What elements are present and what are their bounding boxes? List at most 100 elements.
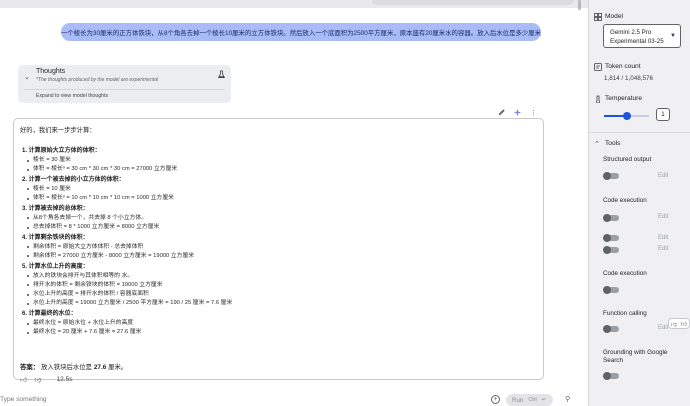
step-title: 6. 计算最终的水位：: [22, 311, 77, 318]
run-settings-panel: Model Gemini 2.5 Pro Experimental 03-25 …: [588, 0, 690, 406]
step-bullet: 剩余体积 = 27000 立方厘米 - 8000 立方厘米 = 19000 立方…: [22, 252, 522, 261]
code-execution-edit[interactable]: Edit: [658, 214, 668, 220]
flask-icon: [217, 70, 226, 79]
thoughts-subtitle: *The thoughts produced by the model are …: [36, 77, 159, 83]
temperature-input[interactable]: 1: [656, 108, 670, 121]
thumb-down-icon[interactable]: 👎︎: [34, 375, 41, 384]
response-time: 12.5s: [56, 376, 73, 383]
step-section: 5. 计算水位上升的高度： 放入的铁块会排开与其体积相等的 水。 排开水的体积 …: [22, 263, 522, 309]
run-button[interactable]: Run Ctrl ↵: [506, 394, 553, 406]
sparkle-icon[interactable]: [513, 108, 522, 117]
model-label: Model: [605, 13, 623, 20]
code-execution-label-2: Code execution: [603, 270, 647, 277]
response-toolbar: ⋮: [497, 108, 538, 117]
structured-output-edit[interactable]: Edit: [658, 173, 668, 179]
answer-value: 27.6: [93, 364, 107, 371]
thumb-down-icon[interactable]: 👎︎: [671, 320, 677, 328]
response-body: 1. 计算原始大立方体的体积： 棱长 = 30 厘米 体积 = 棱长³ = 30…: [22, 147, 522, 339]
model-name-line1: Gemini 2.5 Pro: [610, 29, 652, 36]
tune-icon[interactable]: ⚲: [565, 395, 570, 403]
step-section: 3. 计算被去掉的总体积： 从8个角各去掉一个，共去掉 8 个小立方体。 总去掉…: [22, 205, 522, 233]
model-name-line2: Experimental 03-25: [610, 38, 664, 45]
temperature-slider-handle[interactable]: [622, 112, 631, 120]
grounding-toggle-a[interactable]: [603, 234, 619, 242]
step-bullet: 从8个角各去掉一个，共去掉 8 个小立方体。: [22, 214, 522, 223]
user-message-text: 一个棱长为30厘米的正方体铁块，从8个角各去掉一个棱长10厘米的立方体铁块。然后…: [60, 29, 542, 37]
return-key-icon: ↵: [541, 397, 547, 403]
grounding-label-line2: Search: [603, 357, 623, 364]
grounding-edit-b[interactable]: Edit: [658, 246, 668, 252]
step-bullet: 棱长 = 30 厘米: [22, 156, 522, 165]
token-count-value: 1,814 / 1,048,576: [604, 75, 654, 82]
answer-text: 放入铁块后水位是: [39, 364, 94, 371]
step-title: 3. 计算被去掉的总体积：: [22, 205, 89, 212]
edit-icon[interactable]: [497, 108, 506, 117]
code-execution-toggle-2[interactable]: [603, 286, 619, 294]
dropdown-arrow-icon: ▼: [670, 33, 676, 39]
thoughts-panel[interactable]: ⌄ Thoughts *The thoughts produced by the…: [18, 65, 231, 103]
rating-overlay: 👎︎ 👍︎: [668, 318, 690, 329]
tools-label: Tools: [605, 140, 621, 147]
panel-divider: [589, 132, 690, 133]
temperature-label: Temperature: [605, 95, 643, 102]
step-section: 1. 计算原始大立方体的体积： 棱长 = 30 厘米 体积 = 棱长³ = 30…: [22, 147, 522, 175]
model-response: 好的，我们来一步步计算： 1. 计算原始大立方体的体积： 棱长 = 30 厘米 …: [13, 118, 544, 380]
temperature-slider[interactable]: [604, 112, 649, 120]
thumb-up-icon[interactable]: 👍︎: [681, 320, 687, 328]
step-bullet: 剩余体积 = 原始大立方体体积 - 总去掉体积: [22, 243, 522, 252]
toggle-knob: [603, 246, 611, 254]
top-bar: [0, 0, 588, 8]
function-calling-toggle[interactable]: [603, 325, 619, 333]
step-bullet: 棱长 = 10 厘米: [22, 185, 522, 194]
toggle-knob: [603, 214, 611, 222]
final-answer: 答案： 放入铁块后水位是 27.6 厘米。: [20, 362, 127, 371]
grounding-toggle-b[interactable]: [603, 246, 619, 254]
thumb-up-icon[interactable]: 👍︎: [20, 375, 27, 384]
chat-area: 一个棱长为30厘米的正方体铁块，从8个角各去掉一个棱长10厘米的立方体铁块。然后…: [0, 0, 588, 406]
toggle-knob: [603, 234, 611, 242]
grounding-edit-a[interactable]: Edit: [658, 235, 668, 241]
toggle-knob: [603, 286, 611, 294]
toggle-knob: [603, 172, 611, 180]
add-icon[interactable]: +: [491, 395, 500, 404]
structured-output-label: Structured output: [603, 156, 652, 163]
step-title: 1. 计算原始大立方体的体积：: [22, 148, 101, 154]
function-calling-edit[interactable]: Edit: [658, 325, 668, 331]
run-label: Run: [512, 396, 524, 404]
step-title: 4. 计算剩余铁块的体积：: [22, 234, 89, 241]
run-shortcut: Ctrl: [528, 397, 537, 403]
model-icon: [594, 13, 602, 21]
token-count-label: Token count: [605, 63, 641, 70]
model-select[interactable]: Gemini 2.5 Pro Experimental 03-25 ▼: [603, 24, 681, 48]
step-bullet: 体积 = 棱长³ = 30 cm * 30 cm * 30 cm = 27000…: [22, 165, 522, 174]
step-section: 6. 计算最终的水位： 最终水位 = 原始水位 + 水位上升的高度 最终水位 =…: [22, 310, 522, 338]
more-vert-icon[interactable]: ⋮: [529, 108, 538, 117]
prompt-input[interactable]: Type something: [0, 396, 47, 403]
top-pill: [372, 0, 574, 5]
toggle-knob: [603, 372, 611, 380]
chevron-down-icon[interactable]: ⌄: [24, 73, 30, 81]
answer-suffix: 厘米。: [106, 364, 128, 371]
thoughts-title: Thoughts: [36, 68, 66, 75]
step-bullet: 最终水位 = 20 厘米 + 7.6 厘米 = 27.6 厘米: [22, 328, 522, 337]
step-title: 2. 计算一个被去掉的小立方体的体积：: [22, 176, 125, 183]
step-bullet: 体积 = 棱长³ = 10 cm * 10 cm * 10 cm = 1000 …: [22, 194, 522, 203]
chevron-up-icon[interactable]: ⌃: [594, 140, 602, 148]
structured-output-toggle[interactable]: [603, 172, 619, 180]
code-execution-toggle[interactable]: [603, 214, 619, 222]
step-bullet: 水位上升的高度 = 排开水的体积 / 容器底面积: [22, 290, 522, 299]
toggle-knob: [603, 325, 611, 333]
response-intro: 好的，我们来一步步计算：: [20, 127, 96, 134]
step-title: 5. 计算水位上升的高度：: [22, 263, 89, 270]
expand-thoughts-link[interactable]: Expand to view model thoughts: [36, 93, 108, 99]
token-icon: [594, 63, 602, 71]
step-bullet: 排开水的体积 = 剩余铁块的体积 = 19000 立方厘米: [22, 281, 522, 290]
grounding-toggle[interactable]: [603, 372, 619, 380]
user-message: 一个棱长为30厘米的正方体铁块，从8个角各去掉一个棱长10厘米的立方体铁块。然后…: [61, 23, 541, 41]
function-calling-label: Function calling: [603, 310, 647, 317]
code-execution-label: Code execution: [603, 197, 647, 204]
step-section: 2. 计算一个被去掉的小立方体的体积： 棱长 = 10 厘米 体积 = 棱长³ …: [22, 176, 522, 204]
scrollbar-thumb[interactable]: [578, 0, 581, 10]
thoughts-divider: [24, 89, 225, 90]
answer-prefix: 答案：: [20, 364, 40, 371]
